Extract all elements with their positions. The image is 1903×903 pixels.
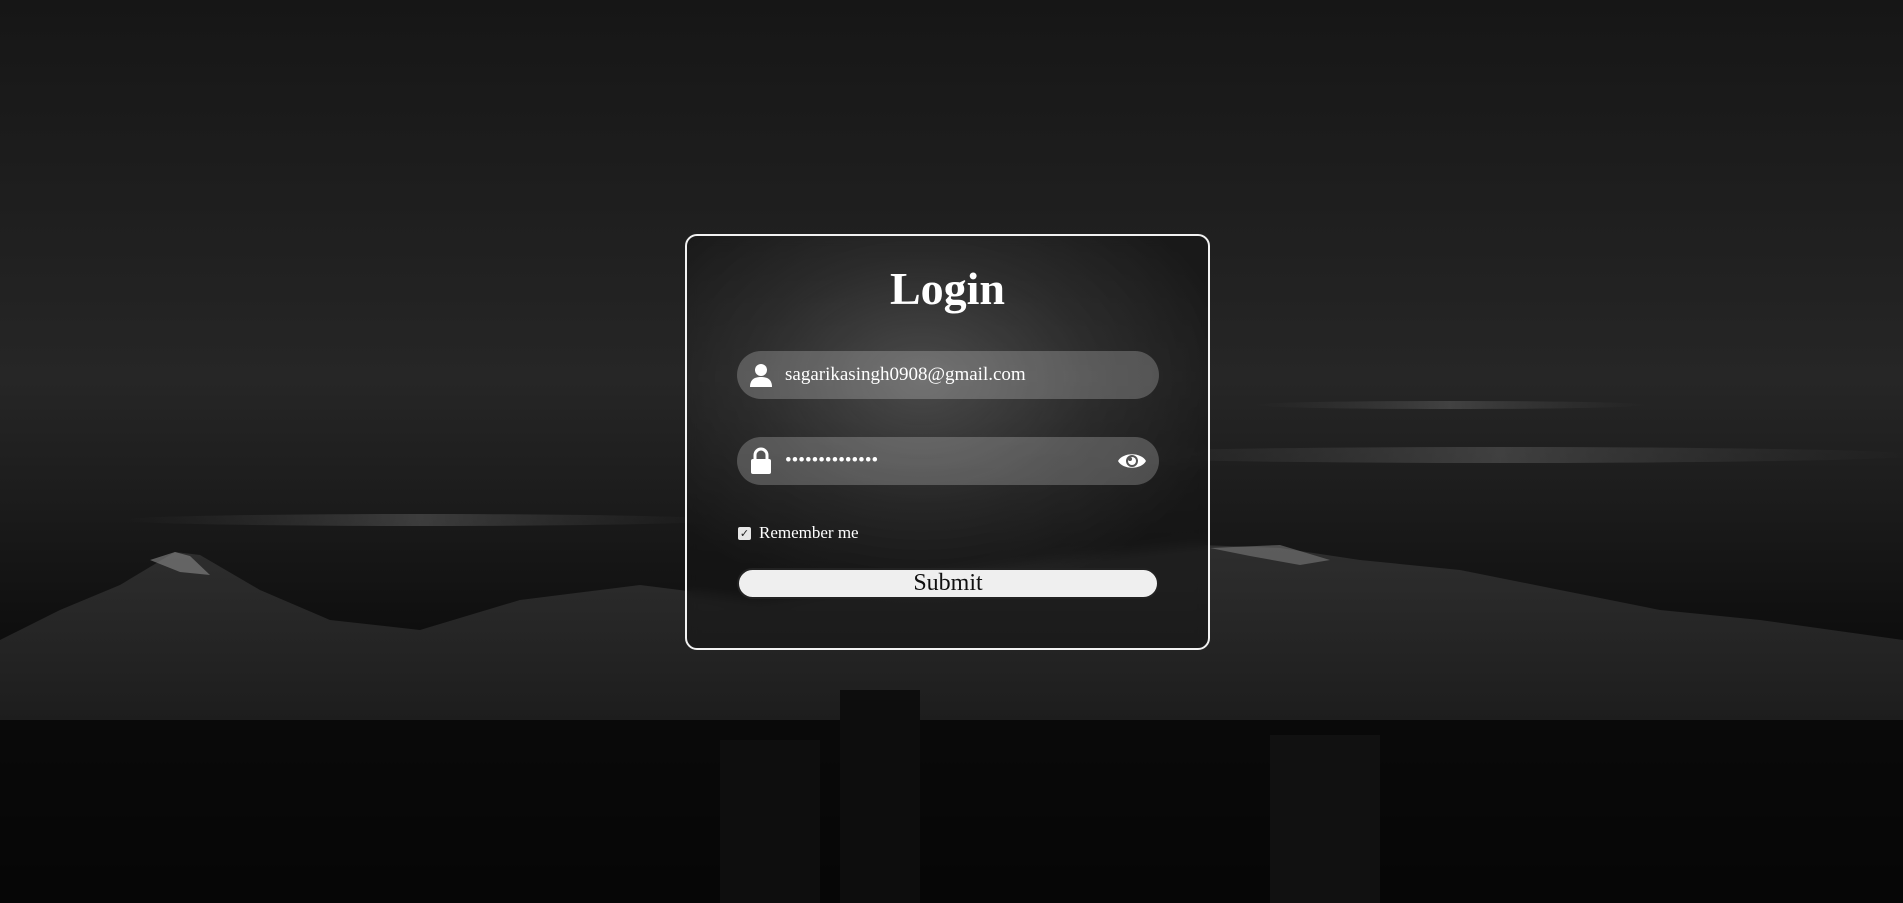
user-icon (750, 364, 772, 387)
remember-checkbox[interactable]: ✓ (738, 526, 751, 540)
password-field-container (737, 437, 1159, 485)
password-field[interactable] (785, 437, 1115, 485)
login-panel: Login ✓ Remember me Submit (685, 234, 1210, 650)
page-title: Login (889, 263, 1006, 314)
submit-button[interactable]: Submit (737, 568, 1159, 599)
email-field-container (737, 351, 1159, 399)
lock-icon (751, 447, 771, 474)
email-field[interactable] (785, 351, 1115, 399)
remember-label: Remember me (759, 523, 859, 542)
remember-me[interactable]: ✓ Remember me (738, 523, 859, 543)
eye-icon[interactable] (1117, 447, 1147, 475)
